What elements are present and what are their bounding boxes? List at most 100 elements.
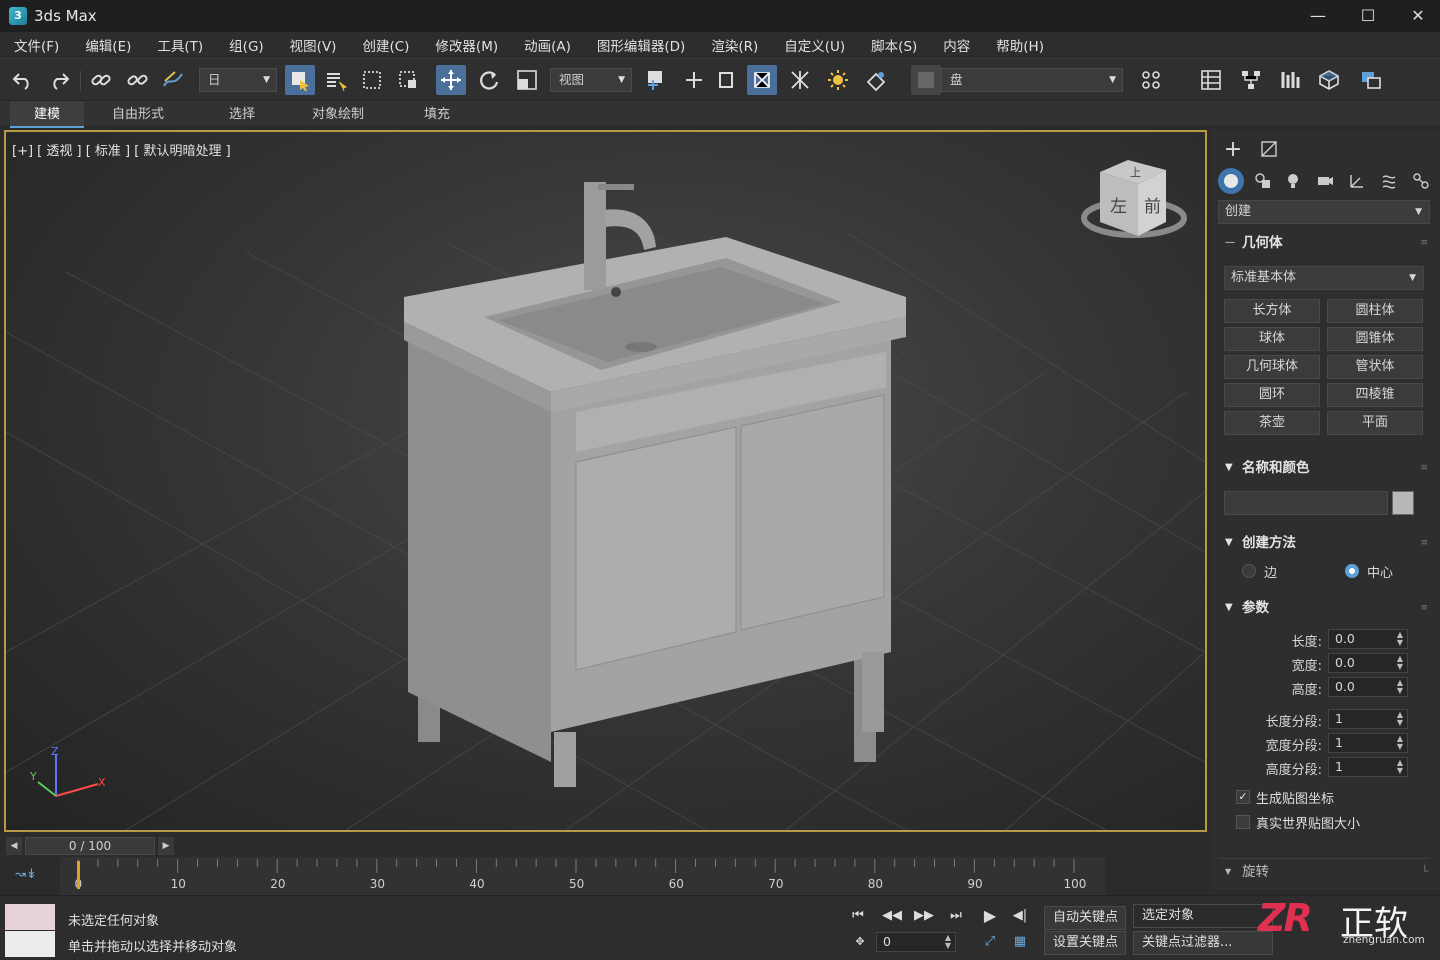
maxscript-listener-pink[interactable] — [5, 904, 55, 930]
object-color-swatch[interactable] — [1392, 491, 1414, 515]
shapes-category-icon[interactable] — [1250, 168, 1276, 194]
parameter-spinner[interactable]: 0.0 ▲ ▼ — [1328, 677, 1408, 697]
play-icon[interactable]: ▶▶ — [912, 904, 936, 928]
menu-item[interactable]: 渲染(R) — [703, 35, 766, 55]
angle-snap-icon[interactable] — [785, 65, 815, 95]
menu-item[interactable]: 组(G) — [221, 35, 272, 55]
checkbox[interactable]: ✓ — [1236, 790, 1250, 804]
rotation-rollout-header[interactable]: ▼ 旋转 └ — [1218, 860, 1430, 884]
time-slider-next-arrow-icon[interactable]: ▶ — [158, 837, 174, 855]
menu-item[interactable]: 创建(C) — [354, 35, 417, 55]
systems-category-icon[interactable] — [1408, 168, 1434, 194]
select-and-rotate-icon[interactable] — [474, 65, 504, 95]
parameter-spinner[interactable]: 1 ▲ ▼ — [1328, 757, 1408, 777]
parameter-value[interactable]: 1 — [1335, 735, 1343, 750]
menu-item[interactable]: 修改器(M) — [427, 35, 506, 55]
play-animation-icon[interactable]: ▶ — [978, 904, 1002, 928]
object-name-field[interactable] — [1224, 491, 1388, 515]
track-bar[interactable]: 0102030405060708090100 — [60, 857, 1105, 895]
creation-method-rollout-header[interactable]: ▼ 创建方法 ≡ — [1218, 531, 1430, 555]
field-of-view-icon[interactable]: ▦ — [1008, 930, 1032, 954]
named-selection-icon[interactable] — [911, 65, 941, 95]
create-tab-icon[interactable]: + — [1220, 136, 1246, 162]
object-type-button[interactable]: 平面 — [1327, 411, 1423, 435]
menu-item[interactable]: 图形编辑器(D) — [589, 35, 693, 55]
name-color-rollout-header[interactable]: ▼ 名称和颜色 ≡ — [1218, 456, 1430, 480]
maxscript-listener-white[interactable] — [5, 931, 55, 957]
minimize-button[interactable]: — — [1293, 0, 1343, 32]
set-key-button[interactable]: 设置关键点 — [1044, 931, 1126, 955]
perspective-viewport[interactable]: [+] [ 透视 ] [ 标准 ] [ 默认明暗处理 ] 上 左 前 Z X Y — [4, 130, 1207, 832]
object-type-button[interactable]: 四棱锥 — [1327, 383, 1423, 407]
modify-tab-icon[interactable] — [1256, 136, 1282, 162]
menu-item[interactable]: 视图(V) — [282, 35, 345, 55]
lights-category-icon[interactable] — [1280, 168, 1306, 194]
select-and-move-icon[interactable] — [436, 65, 466, 95]
menu-item[interactable]: 自定义(U) — [776, 35, 853, 55]
time-cursor[interactable] — [77, 861, 80, 889]
viewcube-icon[interactable]: 上 左 前 — [1078, 156, 1190, 252]
keyboard-shortcut-override-icon[interactable] — [711, 65, 741, 95]
reference-coord-dropdown[interactable]: 视图 ▼ — [550, 68, 632, 92]
selection-filter-dropdown[interactable]: 日 ▼ — [199, 68, 277, 92]
render-sun-icon[interactable] — [823, 65, 853, 95]
rendered-frame-window-icon[interactable] — [1356, 65, 1386, 95]
current-frame-spinner[interactable]: 0 ▲ ▼ — [876, 932, 956, 952]
menu-item[interactable]: 工具(T) — [149, 35, 211, 55]
zoom-extents-icon[interactable]: ⤢ — [978, 930, 1002, 954]
parameter-spinner[interactable]: 0.0 ▲ ▼ — [1328, 653, 1408, 673]
auto-key-button[interactable]: 自动关键点 — [1044, 906, 1126, 930]
named-selection-dropdown[interactable]: 盘 ▼ — [941, 68, 1123, 92]
select-object-icon[interactable] — [285, 65, 315, 95]
parameter-value[interactable]: 0.0 — [1335, 631, 1355, 646]
parameter-value[interactable]: 1 — [1335, 711, 1343, 726]
viewport-label-menu[interactable]: [+] [ 透视 ] [ 标准 ] [ 默认明暗处理 ] — [12, 140, 231, 159]
cameras-category-icon[interactable] — [1312, 168, 1338, 194]
select-manipulate-icon[interactable] — [679, 65, 709, 95]
go-to-end-icon[interactable]: ⏭ — [944, 904, 968, 928]
edge-radio[interactable] — [1242, 564, 1256, 578]
material-editor-icon[interactable] — [861, 65, 891, 95]
key-mode-toggle-icon[interactable]: ◀| — [1008, 904, 1032, 928]
object-type-button[interactable]: 圆环 — [1224, 383, 1320, 407]
schematic-view-icon[interactable] — [1236, 65, 1266, 95]
redo-icon[interactable] — [44, 65, 74, 95]
rectangular-selection-icon[interactable] — [357, 65, 387, 95]
spacewarps-category-icon[interactable] — [1376, 168, 1402, 194]
menu-item[interactable]: 脚本(S) — [863, 35, 925, 55]
time-config-icon[interactable]: ✥ — [848, 930, 872, 954]
menu-item[interactable]: 内容 — [935, 35, 978, 55]
object-type-button[interactable]: 茶壶 — [1224, 411, 1320, 435]
key-filters-button[interactable]: 关键点过滤器... — [1133, 931, 1273, 955]
menu-item[interactable]: 动画(A) — [516, 35, 579, 55]
object-type-button[interactable]: 圆锥体 — [1327, 327, 1423, 351]
geometry-category-icon[interactable] — [1218, 168, 1244, 194]
ribbon-tab[interactable]: 填充 — [400, 101, 474, 128]
snaps-toggle-icon[interactable] — [747, 65, 777, 95]
bind-space-warp-icon[interactable] — [158, 65, 188, 95]
ribbon-tab[interactable]: 自由形式 — [90, 101, 186, 128]
curve-editor-icon[interactable] — [1276, 65, 1306, 95]
object-type-button[interactable]: 长方体 — [1224, 299, 1320, 323]
layer-explorer-icon[interactable] — [1136, 65, 1166, 95]
select-and-scale-icon[interactable] — [512, 65, 542, 95]
previous-frame-icon[interactable]: ◀◀ — [880, 904, 904, 928]
scene-explorer-icon[interactable] — [1196, 65, 1226, 95]
center-radio[interactable] — [1345, 564, 1359, 578]
helpers-category-icon[interactable] — [1344, 168, 1370, 194]
parameter-spinner[interactable]: 1 ▲ ▼ — [1328, 733, 1408, 753]
object-type-button[interactable]: 球体 — [1224, 327, 1320, 351]
link-icon[interactable] — [86, 65, 116, 95]
ribbon-tab[interactable]: 对象绘制 — [290, 101, 386, 128]
time-slider-prev-arrow-icon[interactable]: ◀ — [6, 837, 22, 855]
go-to-start-icon[interactable]: ⏮ — [846, 904, 870, 928]
undo-icon[interactable] — [8, 65, 38, 95]
render-setup-icon[interactable] — [1314, 65, 1344, 95]
time-slider[interactable]: 0 / 100 — [25, 837, 155, 855]
parameter-value[interactable]: 1 — [1335, 759, 1343, 774]
selected-object-dropdown[interactable]: 选定对象 — [1133, 904, 1273, 928]
pivot-center-icon[interactable] — [641, 65, 671, 95]
select-by-name-icon[interactable] — [321, 65, 351, 95]
checkbox[interactable] — [1236, 815, 1250, 829]
parameter-value[interactable]: 0.0 — [1335, 655, 1355, 670]
